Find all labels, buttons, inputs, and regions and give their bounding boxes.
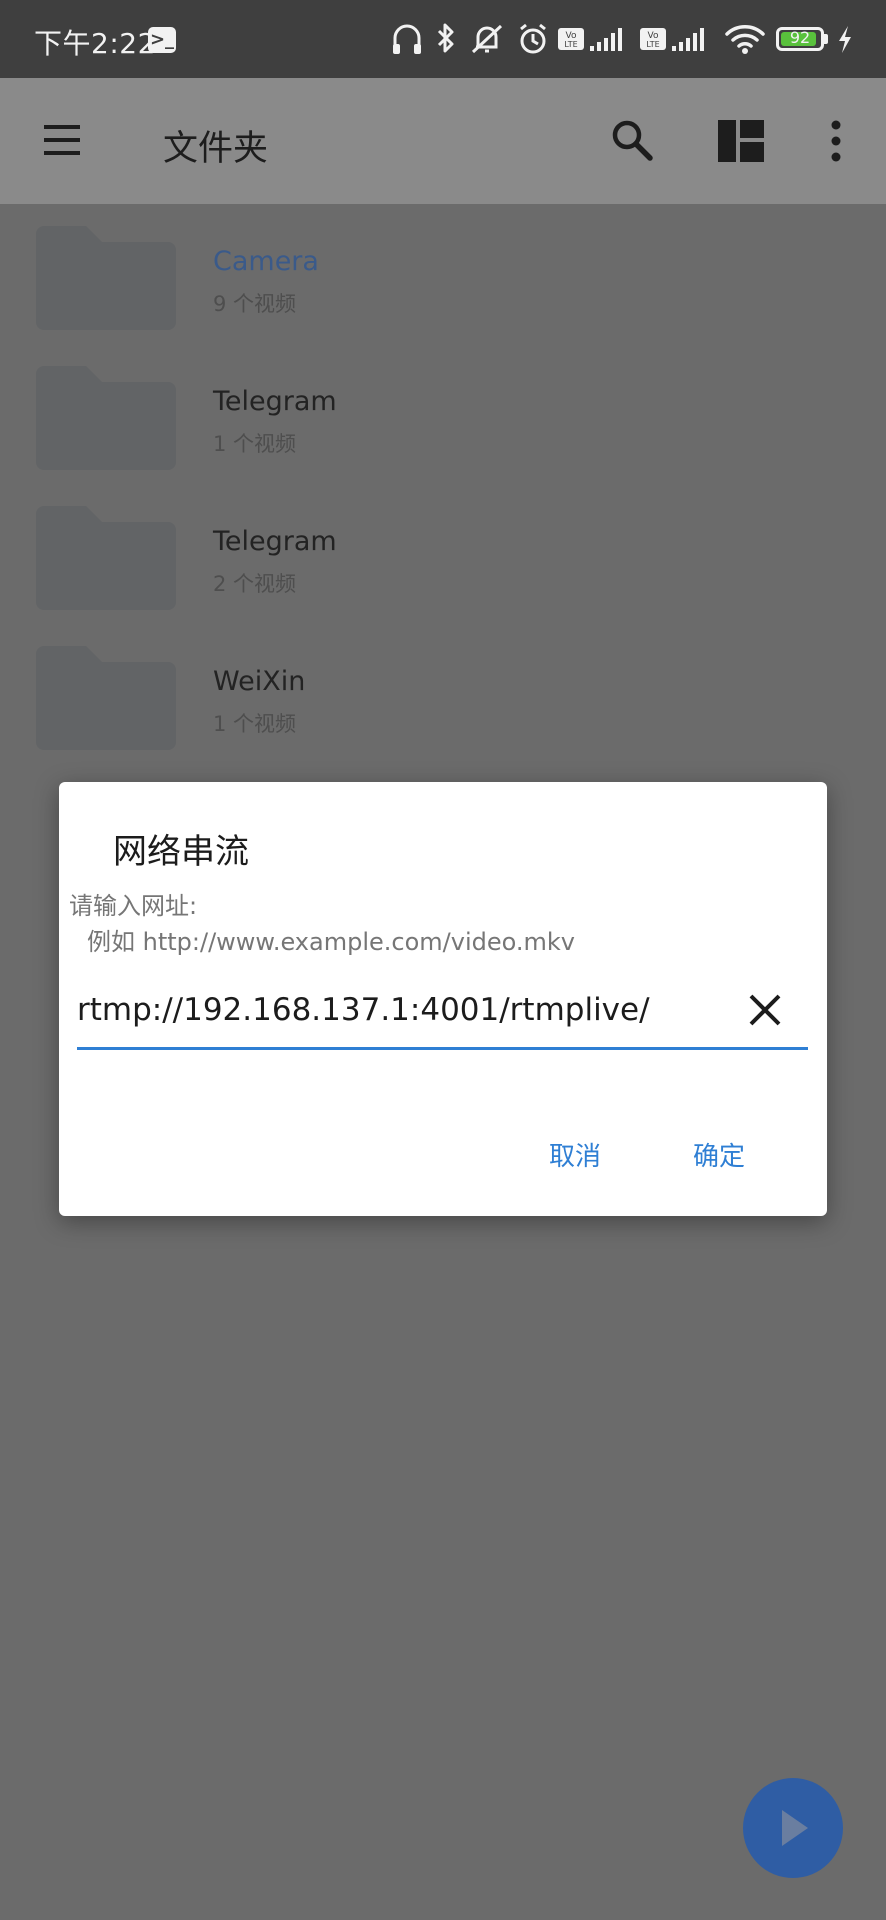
dialog-example: 例如 http://www.example.com/video.mkv [87,928,575,956]
layout-icon[interactable] [718,120,764,162]
play-icon [782,1810,808,1846]
status-time: 下午2:22 [34,27,156,60]
mute-icon [471,24,503,54]
charging-icon [839,26,851,53]
clear-icon[interactable] [743,988,787,1032]
folder-item[interactable]: Telegram 1 个视频 [0,364,886,504]
search-icon[interactable] [610,118,654,162]
bluetooth-icon [437,23,454,53]
volte-signal-icon: Vo LTE [640,28,704,51]
folder-icon [36,226,176,330]
folder-count: 1 个视频 [213,712,297,736]
battery-icon: 92 [776,27,824,51]
folder-icon [36,506,176,610]
url-input[interactable] [77,990,777,1030]
cancel-button[interactable]: 取消 [541,1130,609,1179]
folder-count: 1 个视频 [213,432,297,456]
ok-button[interactable]: 确定 [685,1130,753,1179]
dialog-message: 请输入网址: [69,892,198,920]
url-input-underline [77,1047,808,1050]
folder-name: Telegram [213,526,337,557]
more-icon[interactable] [826,120,846,162]
headphones-icon [393,24,421,54]
battery-tip [824,34,828,44]
menu-icon[interactable] [42,122,82,158]
folder-item[interactable]: Camera 9 个视频 [0,224,886,364]
folder-icon [36,646,176,750]
play-fab[interactable] [743,1778,843,1878]
folder-icon [36,366,176,470]
dialog-title: 网络串流 [113,832,249,872]
volte-signal-icon: Vo LTE [558,28,622,51]
network-stream-dialog: 网络串流 请输入网址: 例如 http://www.example.com/vi… [59,782,827,1216]
folder-name: Camera [213,246,319,277]
wifi-icon [725,25,765,54]
folder-count: 9 个视频 [213,292,297,316]
svg-text:LTE: LTE [646,40,659,49]
status-bar: 下午2:22 >_ Vo LTE Vo LTE 92 [0,0,886,78]
page-title: 文件夹 [163,129,269,169]
folder-item[interactable]: WeiXin 1 个视频 [0,644,886,784]
app-bar: 文件夹 [0,78,886,204]
folder-name: WeiXin [213,666,306,697]
battery-percent: 92 [789,28,811,47]
alarm-icon [520,23,546,54]
folder-name: Telegram [213,386,337,417]
svg-text:LTE: LTE [564,40,577,49]
folder-item[interactable]: Telegram 2 个视频 [0,504,886,644]
terminal-icon: >_ [148,27,176,53]
folder-count: 2 个视频 [213,572,297,596]
